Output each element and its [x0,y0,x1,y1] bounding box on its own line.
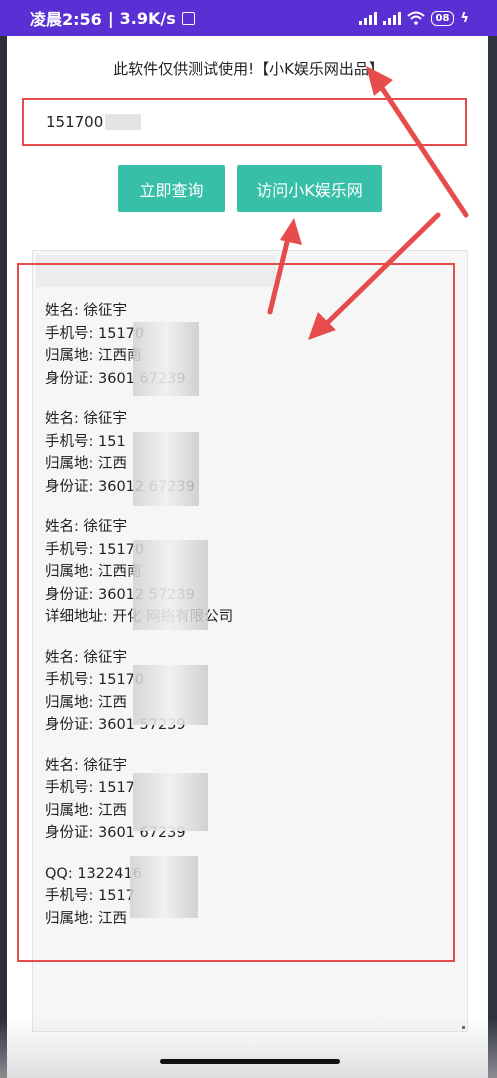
home-indicator[interactable] [160,1059,340,1064]
arrow-icon [267,66,469,340]
bottom-shade [0,1018,497,1078]
